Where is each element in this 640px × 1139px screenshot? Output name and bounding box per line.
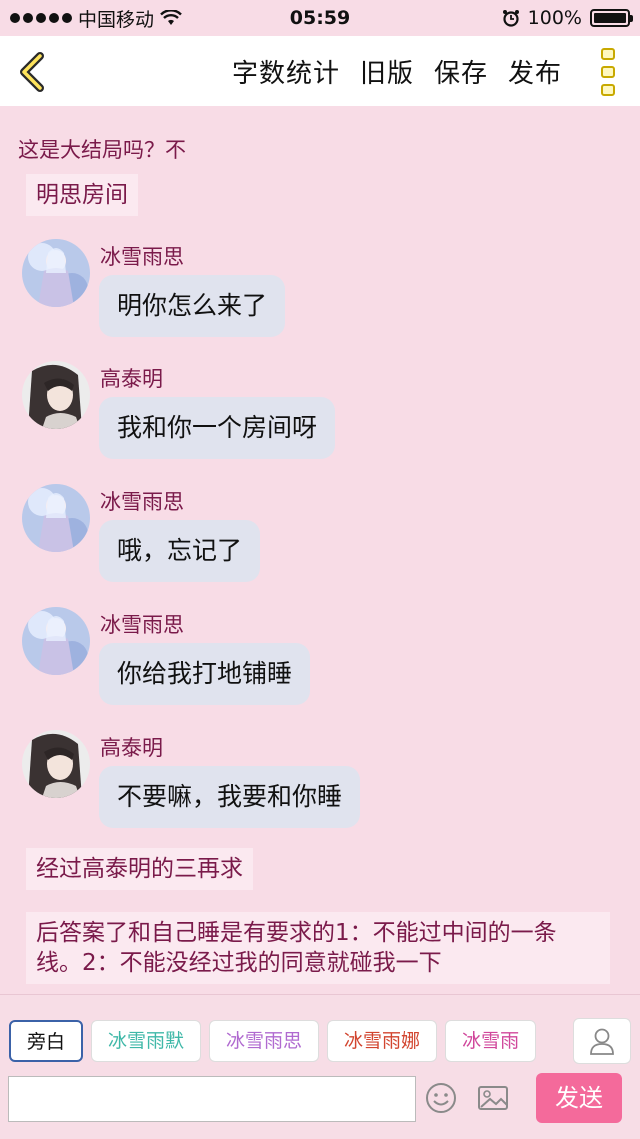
scene-narration: 明思房间 <box>26 174 138 216</box>
user-icon <box>590 1028 614 1055</box>
battery-icon <box>590 9 633 27</box>
publish-button[interactable]: 发布 <box>508 53 562 90</box>
save-button[interactable]: 保存 <box>434 53 488 90</box>
carrier-info: 中国移动 <box>10 5 182 32</box>
intro-text: 这是大结局吗？不 <box>18 138 186 162</box>
message-bubble: 我和你一个房间呀 <box>99 397 336 459</box>
status-bar: 中国移动 05:59 100% <box>0 0 640 36</box>
role-tab-narrator[interactable]: 旁白 <box>9 1020 84 1062</box>
avatar-bingxue-yusi <box>22 607 90 675</box>
role-tab-bingxue-yu[interactable]: 冰雪雨 <box>445 1020 537 1062</box>
avatar-gao-taiming <box>22 730 90 798</box>
image-icon[interactable] <box>476 1081 510 1115</box>
speaker-name: 高泰明 <box>100 736 163 760</box>
avatar-gao-taiming <box>22 361 90 429</box>
role-tab-bingxue-yumo[interactable]: 冰雪雨默 <box>91 1020 202 1062</box>
nav-actions: 字数统计 旧版 保存 发布 <box>232 36 562 106</box>
speaker-name: 高泰明 <box>100 367 163 391</box>
word-count-button[interactable]: 字数统计 <box>232 53 340 90</box>
role-tab-bingxue-yusi[interactable]: 冰雪雨思 <box>209 1020 320 1062</box>
old-version-button[interactable]: 旧版 <box>360 53 414 90</box>
battery-percent: 100% <box>527 7 582 29</box>
role-tabs: 旁白 冰雪雨默 冰雪雨思 冰雪雨娜 冰雪雨 <box>9 1020 571 1062</box>
speaker-name: 冰雪雨思 <box>100 245 184 269</box>
speaker-name: 冰雪雨思 <box>100 490 184 514</box>
narration-text: 后答案了和自己睡是有要求的1：不能过中间的一条线。2：不能没经过我的同意就碰我一… <box>26 912 610 984</box>
status-right: 100% <box>502 7 633 29</box>
bottom-toolbar: 旁白 冰雪雨默 冰雪雨思 冰雪雨娜 冰雪雨 发送 <box>0 994 640 1139</box>
avatar-bingxue-yusi <box>22 484 90 552</box>
message-input[interactable] <box>8 1076 416 1122</box>
narration-text: 经过高泰明的三再求 <box>26 848 253 890</box>
carrier-name: 中国移动 <box>78 8 155 31</box>
back-button[interactable] <box>12 50 52 94</box>
signal-icon <box>10 13 72 23</box>
speaker-name: 冰雪雨思 <box>100 613 184 637</box>
chevron-left-icon <box>20 52 44 92</box>
send-button[interactable]: 发送 <box>536 1073 622 1123</box>
wifi-icon <box>160 10 182 25</box>
add-role-button[interactable] <box>573 1018 631 1064</box>
more-icon[interactable] <box>598 48 618 96</box>
message-bubble: 哦，忘记了 <box>99 520 261 582</box>
input-row: 发送 <box>0 1073 640 1133</box>
message-bubble: 不要嘛，我要和你睡 <box>99 766 361 828</box>
message-bubble: 明你怎么来了 <box>99 275 286 337</box>
message-bubble: 你给我打地铺睡 <box>99 643 311 705</box>
avatar-bingxue-yusi <box>22 239 90 307</box>
emoji-icon[interactable] <box>424 1081 458 1115</box>
role-tab-bingxue-yuna[interactable]: 冰雪雨娜 <box>327 1020 438 1062</box>
role-selector: 旁白 冰雪雨默 冰雪雨思 冰雪雨娜 冰雪雨 <box>0 995 640 1075</box>
story-content: 这是大结局吗？不 明思房间 冰雪雨思 明你怎么来了 高泰明 我和你一个房间呀 冰… <box>0 106 640 994</box>
alarm-icon <box>502 10 519 27</box>
battery-fill <box>594 13 626 23</box>
nav-bar: 字数统计 旧版 保存 发布 <box>0 36 640 106</box>
